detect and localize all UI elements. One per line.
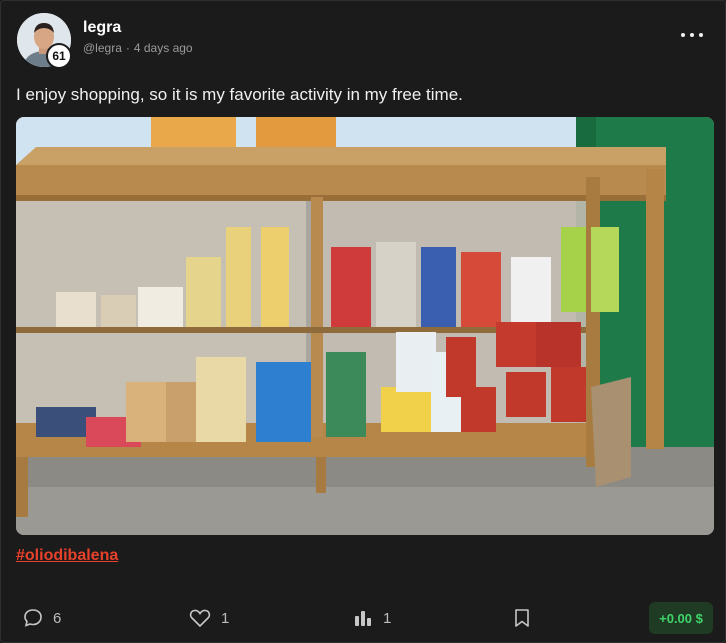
more-options-icon[interactable] xyxy=(681,31,703,39)
views-count: 1 xyxy=(383,609,392,627)
tip-button[interactable]: +0.00 $ xyxy=(649,602,713,634)
post-time: 4 days ago xyxy=(133,41,193,55)
post-text: I enjoy shopping, so it is my favorite a… xyxy=(16,85,463,104)
heart-icon xyxy=(189,609,211,628)
comment-count: 6 xyxy=(53,609,62,627)
views-button[interactable]: 1 xyxy=(353,605,391,631)
hashtag-link[interactable]: #oliodibalena xyxy=(16,547,118,565)
bookmark-icon xyxy=(515,609,529,627)
post-meta: @legra · 4 days ago xyxy=(83,41,193,55)
author-handle[interactable]: @legra xyxy=(83,41,122,55)
comment-button[interactable]: 6 xyxy=(23,605,61,631)
bar-chart-icon xyxy=(355,611,371,626)
post-image[interactable] xyxy=(16,117,714,535)
comment-icon xyxy=(24,609,42,627)
like-count: 1 xyxy=(221,609,230,627)
bookmark-button[interactable] xyxy=(513,605,541,631)
author-name[interactable]: legra xyxy=(83,19,121,37)
like-button[interactable]: 1 xyxy=(189,605,229,631)
post-card: 61 legra @legra · 4 days ago I enjoy shopp… xyxy=(0,0,726,643)
separator-dot: · xyxy=(125,41,130,55)
level-badge: 61 xyxy=(46,43,72,69)
